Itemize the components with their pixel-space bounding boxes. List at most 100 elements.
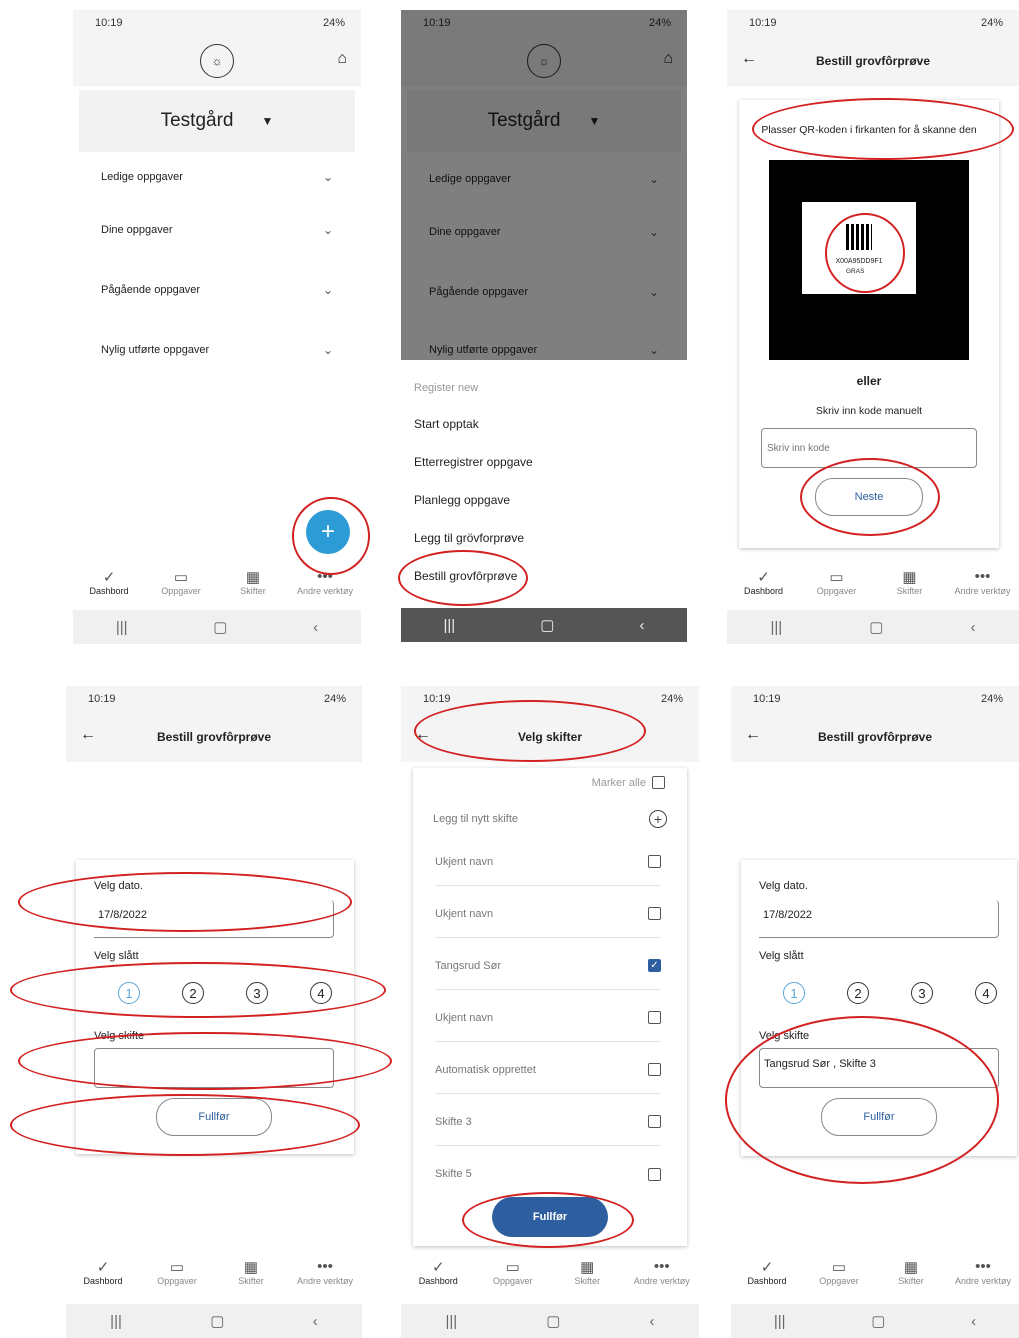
home-icon[interactable]: ▢ — [546, 1312, 560, 1330]
field-select[interactable] — [94, 1048, 334, 1088]
status-battery: 24% — [980, 693, 1003, 705]
back-arrow-icon[interactable]: ← — [80, 726, 96, 744]
add-field-row[interactable]: Legg til nytt skifte + — [433, 810, 667, 828]
cut-option-4[interactable]: 4 — [310, 982, 332, 1004]
back-icon[interactable]: ‹ — [313, 619, 318, 636]
field-checkbox[interactable] — [648, 855, 661, 868]
section-recent-tasks[interactable]: Nylig utførte oppgaver ⌄ — [101, 343, 333, 357]
field-row[interactable]: Automatisk opprettet — [435, 1046, 661, 1094]
system-nav: ||| ▢ ‹ — [401, 1304, 699, 1338]
cut-option-4[interactable]: 4 — [975, 982, 997, 1004]
order-card: Velg dato. 17/8/2022 Velg slått 1 2 3 4 … — [741, 860, 1017, 1156]
field-name: Ukjent navn — [435, 1011, 494, 1024]
plus-circle-icon[interactable]: + — [649, 810, 667, 828]
mark-all-checkbox[interactable] — [652, 776, 665, 789]
nav-dashboard[interactable]: ✓ Dashbord — [729, 568, 799, 608]
field-row[interactable]: Skifte 5 — [435, 1150, 661, 1198]
nav-tools[interactable]: ••• Andre verktøy — [627, 1258, 697, 1298]
field-checkbox[interactable] — [648, 1011, 661, 1024]
field-checkbox[interactable] — [648, 1063, 661, 1076]
cut-option-3[interactable]: 3 — [246, 982, 268, 1004]
field-row[interactable]: Skifte 3 — [435, 1098, 661, 1146]
nav-dashboard[interactable]: ✓ Dashbord — [732, 1258, 802, 1298]
home-icon[interactable]: ▢ — [213, 618, 227, 636]
nav-fields[interactable]: ▦ Skifter — [876, 1258, 946, 1298]
recents-icon[interactable]: ||| — [774, 1313, 786, 1330]
cut-option-2[interactable]: 2 — [847, 982, 869, 1004]
finish-button[interactable]: Fullfør — [492, 1197, 608, 1237]
home-icon[interactable]: ▢ — [871, 1312, 885, 1330]
field-row[interactable]: Tangsrud Sør ✓ — [435, 942, 661, 990]
nav-dashboard[interactable]: ✓ Dashbord — [74, 568, 144, 608]
nav-tools[interactable]: ••• Andre verktøy — [948, 568, 1018, 608]
field-checkbox[interactable] — [648, 907, 661, 920]
field-checkbox-checked[interactable]: ✓ — [648, 959, 661, 972]
nav-tools[interactable]: ••• Andre verktøy — [948, 1258, 1018, 1298]
overlay-dim[interactable] — [401, 10, 687, 360]
section-available-tasks[interactable]: Ledige oppgaver ⌄ — [101, 170, 333, 184]
back-arrow-icon[interactable]: ← — [741, 50, 757, 68]
nav-tasks[interactable]: ▭ Oppgaver — [142, 1258, 212, 1298]
cut-option-1[interactable]: 1 — [118, 982, 140, 1004]
app-header: ☼ ⌂ — [73, 36, 361, 86]
home-icon[interactable]: ▢ — [869, 618, 883, 636]
recents-icon[interactable]: ||| — [110, 1313, 122, 1330]
nav-tasks[interactable]: ▭ Oppgaver — [802, 568, 872, 608]
nav-fields[interactable]: ▦ Skifter — [216, 1258, 286, 1298]
menu-start-recording[interactable]: Start opptak — [414, 417, 479, 431]
nav-tools[interactable]: ••• Andre verktøy — [290, 1258, 360, 1298]
farm-selector[interactable]: Testgård ▼ — [79, 90, 355, 152]
back-arrow-icon[interactable]: ← — [415, 726, 431, 744]
recents-icon[interactable]: ||| — [446, 1313, 458, 1330]
field-checkbox[interactable] — [648, 1167, 661, 1181]
recents-icon[interactable]: ||| — [116, 619, 128, 636]
finish-button[interactable]: Fullfør — [821, 1098, 937, 1136]
back-icon[interactable]: ‹ — [639, 617, 644, 634]
menu-plan-task[interactable]: Planlegg oppgave — [414, 493, 510, 507]
home-icon[interactable]: ▢ — [540, 616, 554, 634]
date-field[interactable]: 17/8/2022 — [94, 900, 334, 938]
back-icon[interactable]: ‹ — [970, 619, 975, 636]
nav-tasks[interactable]: ▭ Oppgaver — [804, 1258, 874, 1298]
cut-option-1[interactable]: 1 — [783, 982, 805, 1004]
or-label: eller — [856, 374, 882, 388]
farm-icon[interactable]: ⌂ — [337, 50, 347, 68]
recents-icon[interactable]: ||| — [444, 617, 456, 634]
field-select[interactable]: Tangsrud Sør , Skifte 3 — [759, 1048, 999, 1088]
add-button[interactable]: + — [306, 510, 350, 554]
field-row[interactable]: Ukjent navn — [435, 994, 661, 1042]
nav-tasks[interactable]: ▭ Oppgaver — [478, 1258, 548, 1298]
nav-dashboard[interactable]: ✓ Dashbord — [68, 1258, 138, 1298]
field-row[interactable]: Ukjent navn — [435, 890, 661, 938]
nav-label: Andre verktøy — [954, 1276, 1012, 1286]
menu-order-sample[interactable]: Bestill grovfôrprøve — [414, 569, 517, 583]
cut-option-3[interactable]: 3 — [911, 982, 933, 1004]
code-input[interactable] — [761, 428, 977, 468]
section-my-tasks[interactable]: Dine oppgaver ⌄ — [101, 223, 333, 237]
cut-option-2[interactable]: 2 — [182, 982, 204, 1004]
next-button[interactable]: Neste — [815, 478, 923, 516]
nav-fields[interactable]: ▦ Skifter — [875, 568, 945, 608]
nav-tools[interactable]: ••• Andre verktøy — [290, 568, 360, 608]
home-icon[interactable]: ▢ — [210, 1312, 224, 1330]
mark-all-label: Marker alle — [591, 776, 646, 789]
more-icon: ••• — [974, 568, 991, 585]
nav-dashboard[interactable]: ✓ Dashbord — [403, 1258, 473, 1298]
nav-tasks[interactable]: ▭ Oppgaver — [146, 568, 216, 608]
menu-add-sample[interactable]: Legg til grövforprøve — [414, 531, 524, 545]
back-icon[interactable]: ‹ — [313, 1313, 318, 1330]
recents-icon[interactable]: ||| — [771, 619, 783, 636]
date-field[interactable]: 17/8/2022 — [759, 900, 999, 938]
field-checkbox[interactable] — [648, 1115, 661, 1128]
back-icon[interactable]: ‹ — [971, 1313, 976, 1330]
nav-fields[interactable]: ▦ Skifter — [218, 568, 288, 608]
finish-button[interactable]: Fullfør — [156, 1098, 272, 1136]
field-row[interactable]: Ukjent navn — [435, 838, 661, 886]
section-ongoing-tasks[interactable]: Pågående oppgaver ⌄ — [101, 283, 333, 297]
menu-register-task[interactable]: Etterregistrer oppgave — [414, 455, 533, 469]
nav-fields[interactable]: ▦ Skifter — [552, 1258, 622, 1298]
back-arrow-icon[interactable]: ← — [745, 726, 761, 744]
back-icon[interactable]: ‹ — [649, 1313, 654, 1330]
mark-all[interactable]: Marker alle — [592, 776, 665, 789]
menu-header: Register new — [414, 382, 479, 394]
